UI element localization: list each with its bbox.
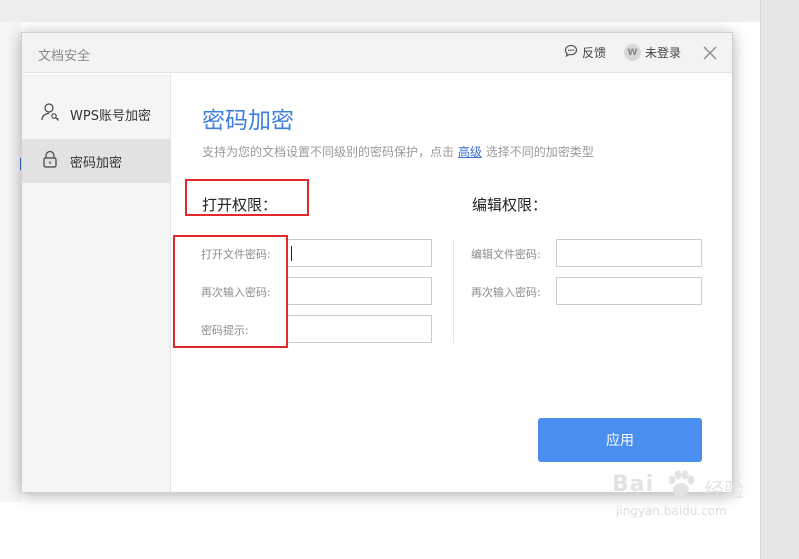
sidebar-item-password-encrypt[interactable]: 密码加密 bbox=[22, 139, 171, 183]
close-icon[interactable] bbox=[702, 45, 718, 61]
open-password-field[interactable] bbox=[286, 239, 432, 267]
advanced-link[interactable]: 高级 bbox=[458, 145, 482, 159]
edit-permission-heading: 编辑权限： bbox=[472, 196, 548, 214]
edit-password-label: 编辑文件密码: bbox=[471, 248, 541, 261]
subtitle-text-after: 选择不同的加密类型 bbox=[485, 145, 594, 159]
section-divider bbox=[453, 239, 454, 343]
text-cursor bbox=[291, 246, 292, 261]
page-subtitle: 支持为您的文档设置不同级别的密码保护，点击 高级 选择不同的加密类型 bbox=[202, 143, 594, 160]
sidebar: WPS账号加密 密码加密 bbox=[22, 74, 171, 492]
background-window-top bbox=[0, 0, 760, 22]
background-scroll-strip bbox=[760, 0, 799, 559]
edit-password-confirm-label: 再次输入密码: bbox=[471, 286, 541, 299]
baidu-jingyan-watermark: Bai 经验 jingyan.baidu.com bbox=[612, 468, 762, 528]
highlight-box-open-permission bbox=[185, 179, 309, 216]
watermark-brand-cn: 经验 bbox=[704, 478, 744, 502]
subtitle-text: 支持为您的文档设置不同级别的密码保护，点击 bbox=[202, 145, 455, 159]
edit-password-confirm-field[interactable] bbox=[556, 277, 702, 305]
sidebar-item-label: 密码加密 bbox=[70, 155, 123, 171]
avatar: W bbox=[624, 44, 641, 61]
apply-button[interactable]: 应用 bbox=[538, 418, 702, 462]
background-window-left bbox=[0, 22, 21, 502]
edit-password-field[interactable] bbox=[556, 239, 702, 267]
login-label: 未登录 bbox=[645, 46, 682, 60]
sidebar-item-label: WPS账号加密 bbox=[70, 108, 151, 124]
dialog-titlebar: 文档安全 反馈 W 未登录 bbox=[22, 33, 732, 73]
feedback-button[interactable]: 反馈 bbox=[564, 44, 606, 61]
dialog-title: 文档安全 bbox=[38, 49, 91, 64]
document-security-dialog: 文档安全 反馈 W 未登录 WPS账号加密 密码加密 密码加密 支持为您的文档设… bbox=[21, 32, 733, 493]
page-title: 密码加密 bbox=[202, 108, 294, 134]
chat-bubble-icon bbox=[564, 44, 578, 61]
login-button[interactable]: W 未登录 bbox=[624, 44, 681, 61]
open-password-confirm-field[interactable] bbox=[286, 277, 432, 305]
paw-icon bbox=[664, 468, 698, 509]
sidebar-item-wps-account-encrypt[interactable]: WPS账号加密 bbox=[22, 92, 171, 136]
user-key-icon bbox=[40, 102, 60, 126]
highlight-box-field-labels bbox=[173, 235, 288, 348]
lock-icon bbox=[40, 149, 60, 173]
password-hint-field[interactable] bbox=[286, 315, 432, 343]
watermark-url: jingyan.baidu.com bbox=[616, 504, 727, 518]
feedback-label: 反馈 bbox=[582, 46, 607, 60]
watermark-brand: Bai bbox=[612, 472, 655, 497]
